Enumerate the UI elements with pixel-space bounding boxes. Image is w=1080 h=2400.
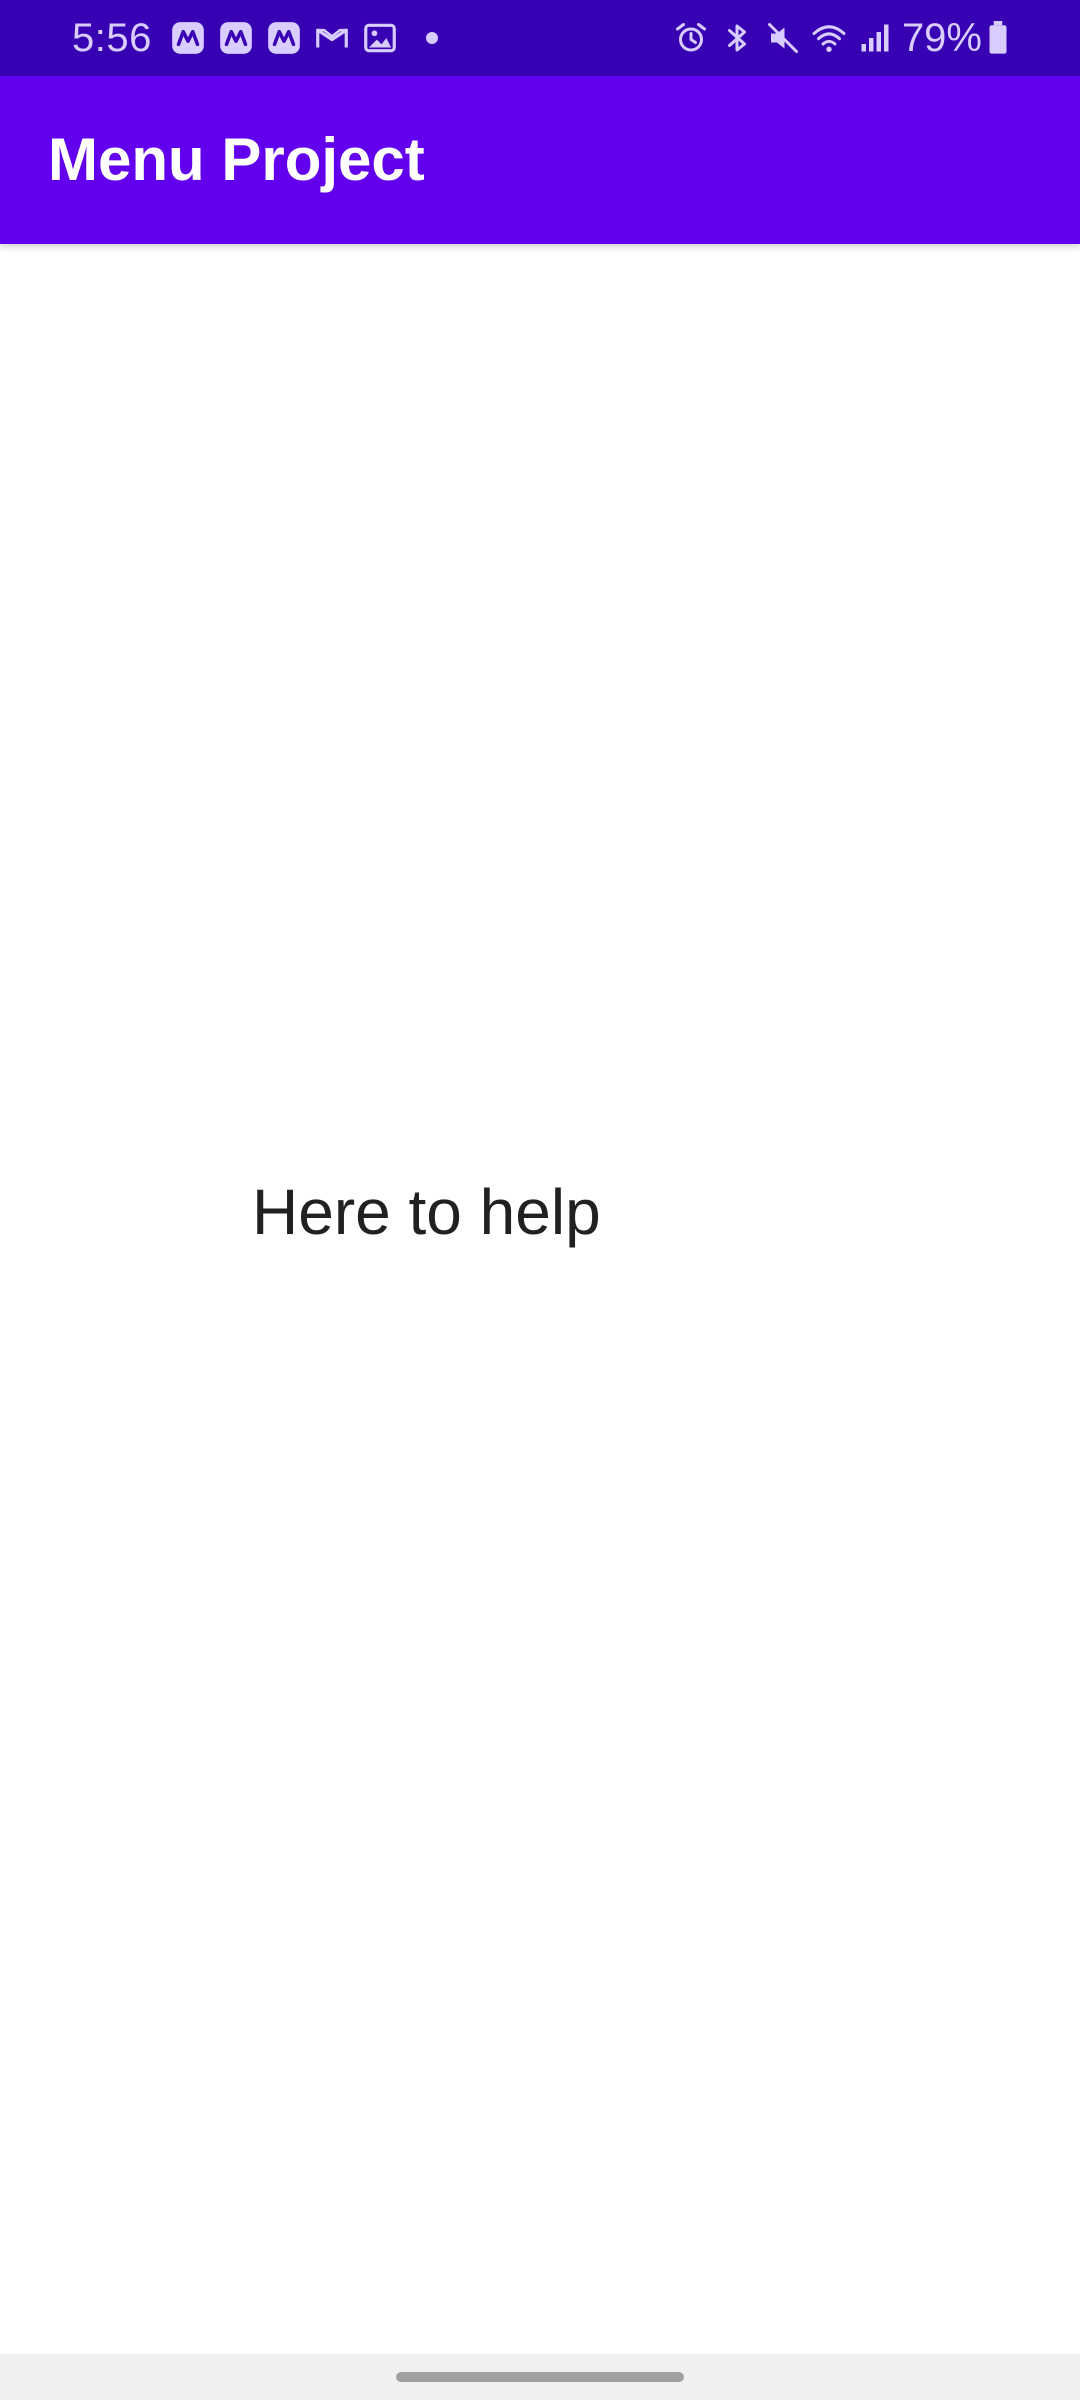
battery-icon [986,19,1010,57]
home-gesture-handle[interactable] [396,2372,684,2382]
help-message: Here to help [252,1176,601,1248]
screen: 5:56 79% Menu Project Here to help [0,0,1080,2400]
more-notifications-dot [425,32,438,44]
wifi-icon [810,19,848,57]
status-time: 5:56 [72,15,152,60]
mute-icon [764,19,802,57]
app-notification-icon [216,18,256,58]
status-right: 79% [664,0,1010,76]
bluetooth-icon [718,19,756,57]
gallery-icon [360,18,400,58]
alarm-icon [672,19,710,57]
app-title: Menu Project [48,126,425,193]
app-notification-icon [264,18,304,58]
signal-icon [856,19,894,57]
battery-percent: 79% [901,15,982,60]
status-bar: 5:56 79% [0,0,1080,76]
gmail-icon [312,18,352,58]
app-notification-icon [168,18,208,58]
app-bar: Menu Project [0,76,1080,244]
status-left: 5:56 [72,0,438,76]
navigation-bar [0,2354,1080,2400]
